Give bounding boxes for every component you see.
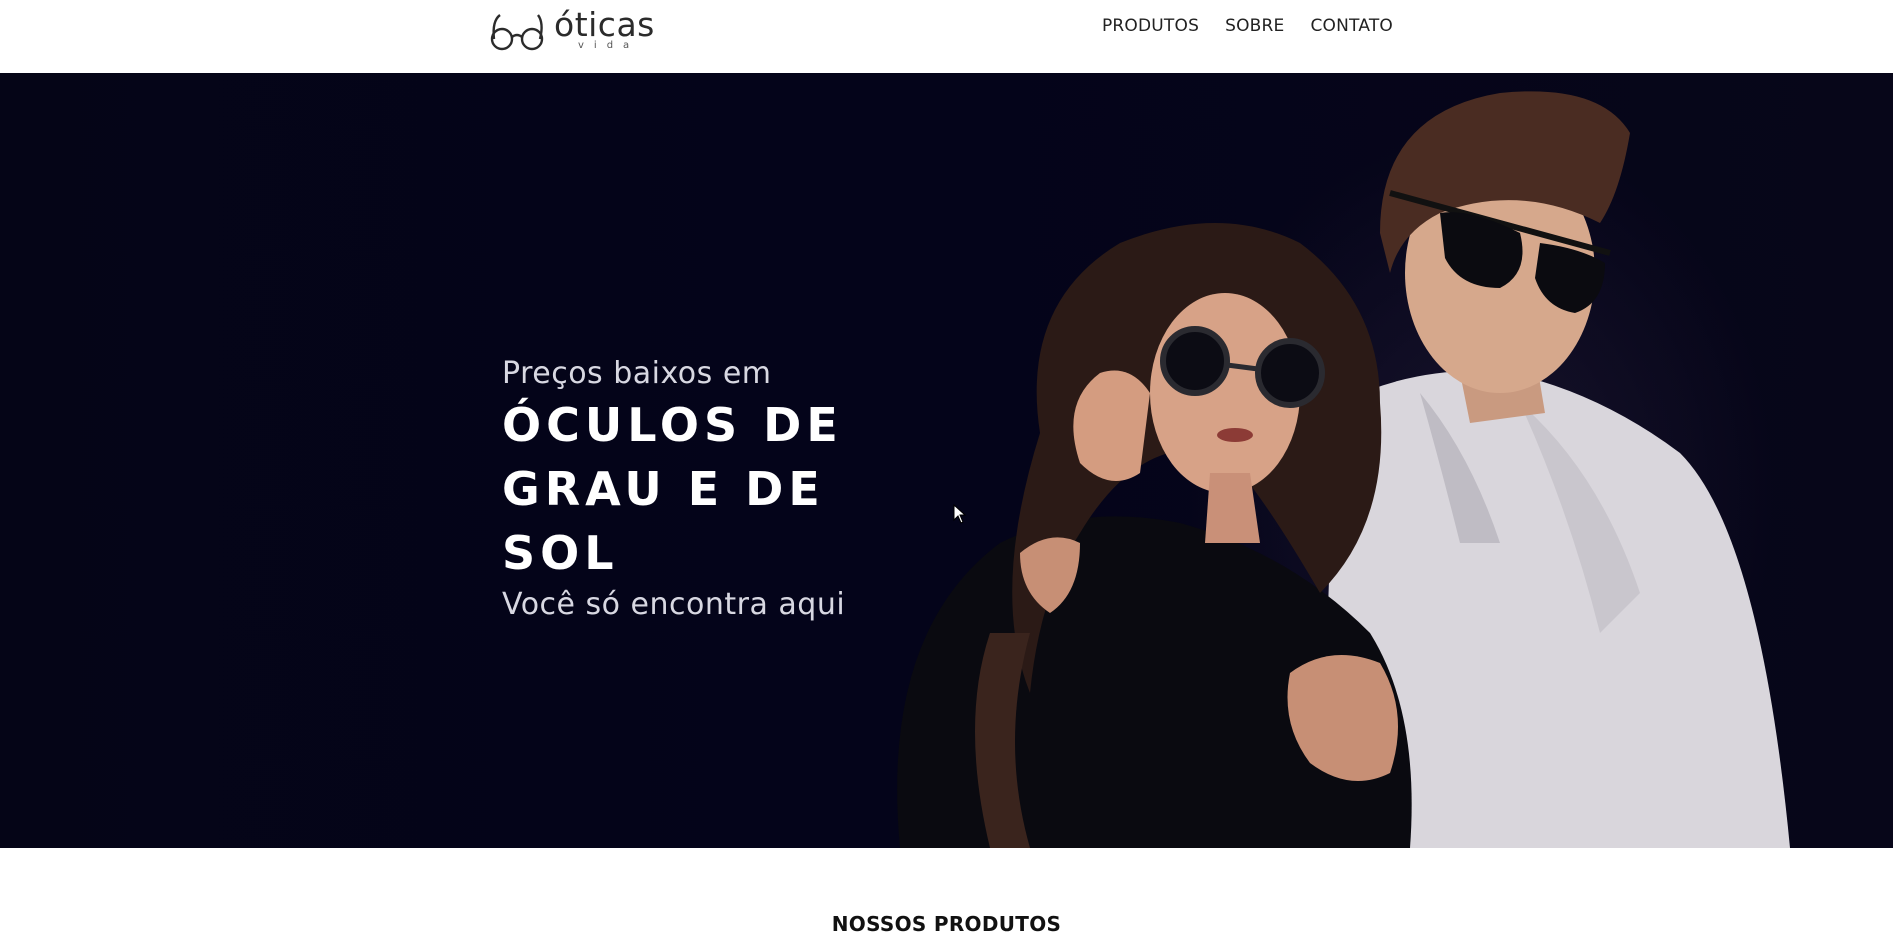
nav-link-sobre[interactable]: SOBRE xyxy=(1225,16,1284,36)
hero-banner: Preços baixos em ÓCULOS DE GRAU E DE SOL… xyxy=(0,73,1893,848)
site-header: óticas vida PRODUTOS SOBRE CONTATO xyxy=(0,0,1893,73)
hero-text-block: Preços baixos em ÓCULOS DE GRAU E DE SOL… xyxy=(502,356,962,622)
logo-name: óticas xyxy=(554,4,655,44)
hero-title-line-2: GRAU E DE SOL xyxy=(502,462,825,580)
nav-link-contato[interactable]: CONTATO xyxy=(1310,16,1393,36)
logo[interactable]: óticas vida xyxy=(488,6,655,56)
hero-title: ÓCULOS DE GRAU E DE SOL xyxy=(502,393,962,585)
logo-text: óticas vida xyxy=(554,8,655,51)
hero-pretitle: Preços baixos em xyxy=(502,356,772,391)
hero-subtitle: Você só encontra aqui xyxy=(502,587,846,622)
mouse-cursor-icon xyxy=(953,504,967,524)
hero-title-line-1: ÓCULOS DE xyxy=(502,398,843,452)
main-nav: PRODUTOS SOBRE CONTATO xyxy=(1102,16,1393,36)
glasses-logo-icon xyxy=(490,14,544,51)
nav-link-produtos[interactable]: PRODUTOS xyxy=(1102,16,1199,36)
products-section-title: NOSSOS PRODUTOS xyxy=(831,912,1062,936)
